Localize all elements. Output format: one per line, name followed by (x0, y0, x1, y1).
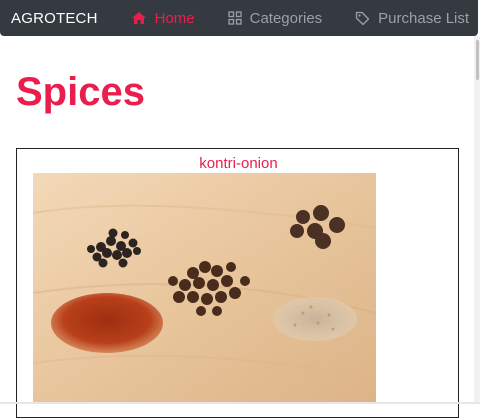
nav-item-purchase-list-label: Purchase List (378, 9, 470, 27)
home-icon (131, 12, 146, 24)
spices-image[interactable] (33, 173, 376, 403)
product-card[interactable]: kontri-onion (16, 148, 459, 418)
nav-item-home-label: Home (154, 9, 195, 27)
page-title: Spices (16, 70, 145, 114)
nav-item-categories[interactable]: Categories (227, 9, 323, 27)
scrollbar-thumb[interactable] (476, 40, 479, 80)
scrollbar[interactable] (474, 36, 480, 404)
tag-icon (356, 11, 370, 25)
card-title[interactable]: kontri-onion (17, 155, 460, 172)
brand-logo[interactable]: AGROTECH (11, 10, 98, 27)
top-navbar: AGROTECH Home Categories Purchase List (0, 0, 478, 36)
nav-item-home[interactable]: Home (131, 10, 195, 27)
nav-item-categories-label: Categories (249, 9, 323, 27)
nav-item-purchase-list[interactable]: Purchase List (355, 10, 469, 27)
grid-icon (227, 11, 242, 25)
